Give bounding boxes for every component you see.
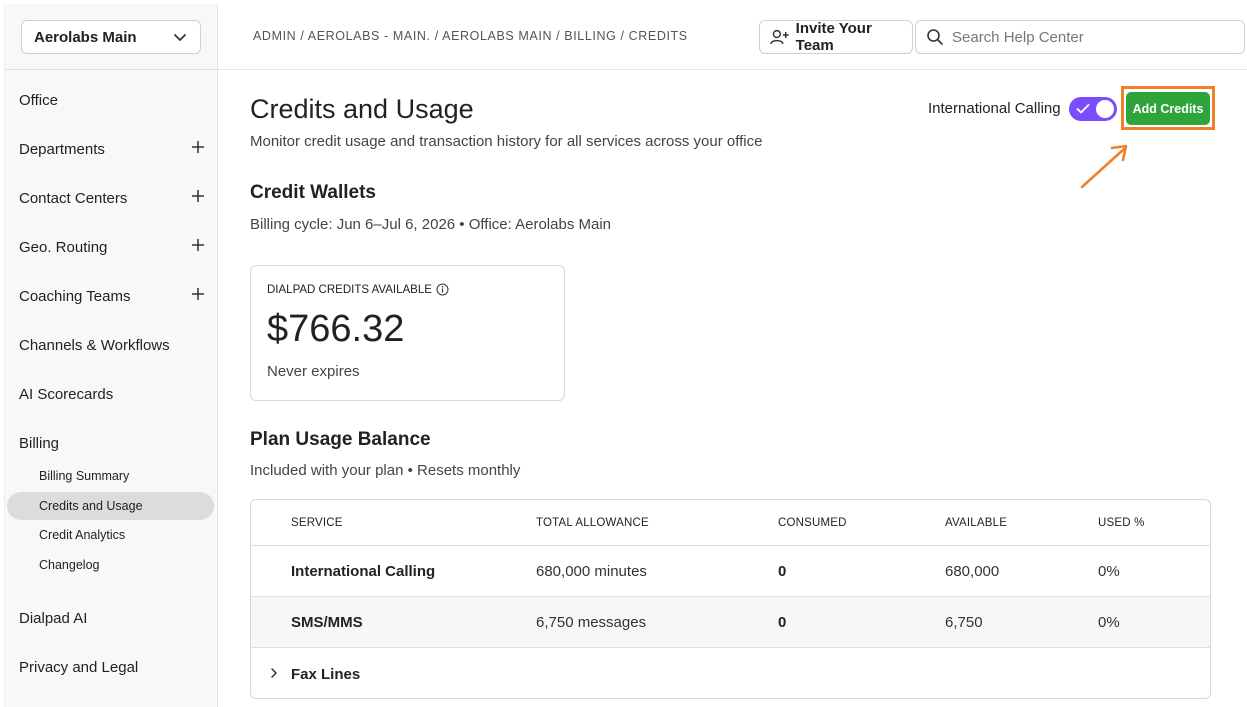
intl-calling-toggle[interactable] bbox=[1069, 97, 1117, 121]
top-bar: ADMIN / AEROLABS - MAIN. / AEROLABS MAIN… bbox=[218, 4, 1247, 70]
used-cell: 0% bbox=[1098, 613, 1120, 631]
invite-team-label: Invite Your Team bbox=[795, 20, 872, 54]
office-selector[interactable]: Aerolabs Main bbox=[21, 20, 201, 54]
wallet-card: DIALPAD CREDITS AVAILABLE $766.32 Never … bbox=[250, 265, 565, 401]
column-header-available: AVAILABLE bbox=[945, 516, 1008, 529]
sidebar-item-geo-routing[interactable]: Geo. Routing bbox=[19, 235, 209, 259]
sidebar-subitem-billing-summary[interactable]: Billing Summary bbox=[7, 462, 214, 490]
office-selector-label: Aerolabs Main bbox=[34, 28, 137, 46]
invite-team-button[interactable]: Invite Your Team bbox=[759, 20, 913, 54]
sidebar-item-label: Billing bbox=[19, 434, 60, 452]
annotation-arrow bbox=[1080, 144, 1128, 189]
sidebar-item-departments[interactable]: Departments bbox=[19, 137, 209, 161]
allowance-cell: 6,750 messages bbox=[536, 613, 647, 631]
sidebar-item-label: Channels & Workflows bbox=[19, 336, 170, 354]
available-cell: 680,000 bbox=[945, 562, 1000, 580]
table-row: SMS/MMS 6,750 messages 0 6,750 0% bbox=[251, 597, 1210, 648]
add-credits-button[interactable]: Add Credits bbox=[1126, 92, 1210, 125]
allowance-cell: 680,000 minutes bbox=[536, 562, 647, 580]
sidebar-subitem-changelog[interactable]: Changelog bbox=[7, 551, 214, 579]
sidebar-item-dialpad-ai[interactable]: Dialpad AI bbox=[19, 606, 209, 630]
sidebar-item-label: Departments bbox=[19, 140, 105, 158]
credit-wallets-subtitle: Billing cycle: Jun 6–Jul 6, 2026 • Offic… bbox=[250, 216, 612, 233]
sidebar: Aerolabs Main Office Departments Contact… bbox=[4, 4, 219, 707]
wallet-label: DIALPAD CREDITS AVAILABLE bbox=[267, 283, 449, 296]
page-title: Credits and Usage bbox=[250, 94, 474, 124]
sidebar-item-label: Dialpad AI bbox=[19, 609, 88, 627]
plus-icon[interactable] bbox=[191, 189, 205, 203]
chevron-down-icon bbox=[174, 34, 186, 41]
available-cell: 6,750 bbox=[945, 613, 983, 631]
sidebar-item-ai-scorecards[interactable]: AI Scorecards bbox=[19, 382, 209, 406]
service-cell: Fax Lines bbox=[291, 665, 361, 683]
sidebar-item-channels-workflows[interactable]: Channels & Workflows bbox=[19, 333, 209, 357]
column-header-used: USED % bbox=[1098, 516, 1145, 529]
breadcrumb[interactable]: ADMIN / AEROLABS - MAIN. / AEROLABS MAIN… bbox=[253, 29, 688, 43]
sidebar-subitem-credits-and-usage[interactable]: Credits and Usage bbox=[7, 492, 214, 520]
sidebar-subitem-credit-analytics[interactable]: Credit Analytics bbox=[7, 521, 214, 549]
sidebar-item-office[interactable]: Office bbox=[19, 88, 209, 112]
wallet-amount: $766.32 bbox=[267, 308, 405, 350]
table-row: International Calling 680,000 minutes 0 … bbox=[251, 546, 1210, 597]
chevron-right-icon[interactable] bbox=[269, 667, 279, 679]
sidebar-item-label: Contact Centers bbox=[19, 189, 128, 207]
table-row-expandable[interactable]: Fax Lines bbox=[251, 648, 1210, 698]
plan-usage-subtitle: Included with your plan • Resets monthly bbox=[250, 462, 521, 479]
plus-icon[interactable] bbox=[191, 287, 205, 301]
sidebar-item-contact-centers[interactable]: Contact Centers bbox=[19, 186, 209, 210]
sidebar-subitem-label: Credit Analytics bbox=[39, 528, 126, 542]
consumed-cell: 0 bbox=[778, 562, 787, 580]
usage-table: SERVICE TOTAL ALLOWANCE CONSUMED AVAILAB… bbox=[250, 499, 1211, 699]
plan-usage-title: Plan Usage Balance bbox=[250, 429, 431, 450]
search-box[interactable] bbox=[915, 20, 1245, 54]
sidebar-divider bbox=[5, 69, 219, 70]
sidebar-item-label: AI Scorecards bbox=[19, 385, 114, 403]
table-header-row: SERVICE TOTAL ALLOWANCE CONSUMED AVAILAB… bbox=[251, 500, 1210, 546]
sidebar-subitem-label: Changelog bbox=[39, 558, 100, 572]
plus-icon[interactable] bbox=[191, 140, 205, 154]
check-icon bbox=[1076, 104, 1090, 114]
sidebar-subitem-label: Credits and Usage bbox=[39, 499, 143, 513]
sidebar-item-privacy-legal[interactable]: Privacy and Legal bbox=[19, 655, 209, 679]
search-input[interactable] bbox=[952, 28, 1222, 46]
plus-icon[interactable] bbox=[191, 238, 205, 252]
sidebar-item-coaching-teams[interactable]: Coaching Teams bbox=[19, 284, 209, 308]
consumed-cell: 0 bbox=[778, 613, 787, 631]
service-cell: SMS/MMS bbox=[291, 613, 363, 631]
sidebar-item-label: Coaching Teams bbox=[19, 287, 131, 305]
wallet-expiry: Never expires bbox=[267, 363, 360, 380]
column-header-allowance: TOTAL ALLOWANCE bbox=[536, 516, 649, 529]
column-header-service: SERVICE bbox=[291, 516, 343, 529]
service-cell: International Calling bbox=[291, 562, 436, 580]
used-cell: 0% bbox=[1098, 562, 1120, 580]
wallet-label-text: DIALPAD CREDITS AVAILABLE bbox=[267, 283, 432, 296]
sidebar-item-billing[interactable]: Billing bbox=[19, 431, 209, 455]
column-header-consumed: CONSUMED bbox=[778, 516, 847, 529]
search-icon bbox=[927, 29, 943, 45]
sidebar-item-label: Privacy and Legal bbox=[19, 658, 139, 676]
sidebar-subitem-label: Billing Summary bbox=[39, 469, 130, 483]
toggle-knob bbox=[1096, 100, 1114, 118]
sidebar-item-label: Geo. Routing bbox=[19, 238, 108, 256]
info-icon[interactable] bbox=[436, 283, 449, 296]
add-user-icon bbox=[770, 29, 789, 45]
sidebar-item-label: Office bbox=[19, 91, 58, 109]
intl-calling-label: International Calling bbox=[928, 100, 1061, 117]
page-subtitle: Monitor credit usage and transaction his… bbox=[250, 133, 763, 150]
credit-wallets-title: Credit Wallets bbox=[250, 182, 376, 203]
